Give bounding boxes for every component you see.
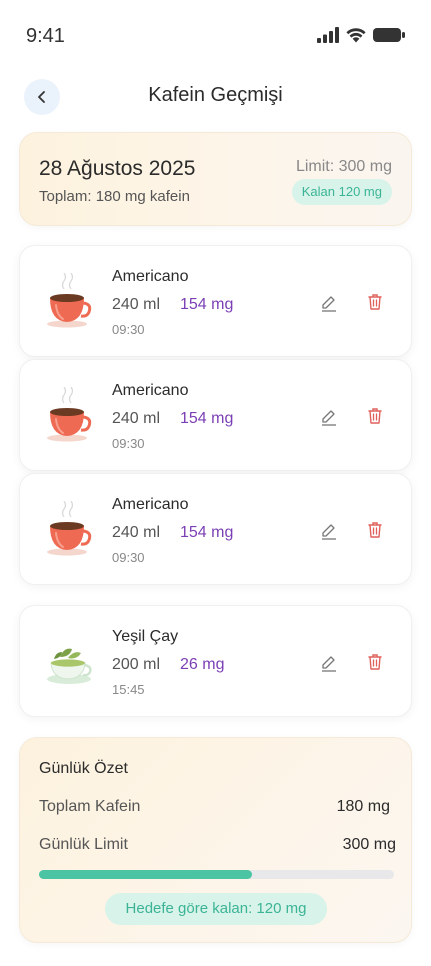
status-bar: 9:41 [0,0,431,70]
daily-limit-label: Günlük Limit [39,836,128,853]
entry-caffeine: 154 mg [180,524,234,541]
trash-icon[interactable] [365,292,385,312]
entry-time: 09:30 [112,322,145,337]
entry-volume: 240 ml [112,410,161,427]
entry-caffeine: 154 mg [180,410,234,427]
remaining-badge: Kalan 120 mg [291,179,392,205]
coffee-cup-icon [47,387,92,442]
entry-caffeine: 154 mg [180,296,234,313]
green-tea-cup-icon [47,648,92,684]
page-title: Kafein Geçmişi [148,84,283,106]
battery-icon [373,28,405,42]
signal-icon [317,27,339,43]
status-time: 9:41 [26,25,65,47]
entry-volume: 200 ml [112,656,161,673]
entry-volume: 240 ml [112,296,161,313]
daily-limit-value: 300 mg [342,836,396,853]
entry-name: Americano [112,268,189,285]
entry-caffeine: 26 mg [180,656,225,673]
wifi-icon [346,28,366,43]
entry-time: 15:45 [112,682,145,697]
coffee-cup-icon [47,501,92,556]
entry-time: 09:30 [112,550,145,565]
day-total: Toplam: 180 mg kafein [39,188,190,205]
total-caffeine-label: Toplam Kafein [39,798,141,815]
pencil-icon[interactable] [319,406,339,426]
remaining-to-goal-badge: Hedefe göre kalan: 120 mg [105,893,327,925]
trash-icon[interactable] [365,520,385,540]
entry-card[interactable]: Americano 240 ml 154 mg 09:30 [19,245,412,357]
pencil-icon[interactable] [319,292,339,312]
entry-card[interactable]: Yeşil Çay 200 ml 26 mg 15:45 [19,605,412,717]
entry-name: Americano [112,382,189,399]
entry-name: Yeşil Çay [112,628,179,645]
pencil-icon[interactable] [319,520,339,540]
entry-card[interactable]: Americano 240 ml 154 mg 09:30 [19,473,412,585]
caffeine-progress-fill [39,870,252,879]
date-title: 28 Ağustos 2025 [39,157,196,180]
day-limit: Limit: 300 mg [295,158,392,175]
day-summary-card: 28 Ağustos 2025 Toplam: 180 mg kafein Li… [19,132,412,226]
entry-time: 09:30 [112,436,145,451]
caffeine-progress-bar [39,870,394,879]
header: Kafein Geçmişi [0,76,431,118]
coffee-cup-icon [47,273,92,328]
pencil-icon[interactable] [319,652,339,672]
daily-summary-card: Günlük Özet Toplam Kafein 180 mg Günlük … [19,737,412,943]
summary-title: Günlük Özet [39,760,128,777]
trash-icon[interactable] [365,652,385,672]
entry-name: Americano [112,496,189,513]
status-icons [317,27,405,43]
entry-volume: 240 ml [112,524,161,541]
total-caffeine-value: 180 mg [336,798,390,815]
entry-card[interactable]: Americano 240 ml 154 mg 09:30 [19,359,412,471]
trash-icon[interactable] [365,406,385,426]
